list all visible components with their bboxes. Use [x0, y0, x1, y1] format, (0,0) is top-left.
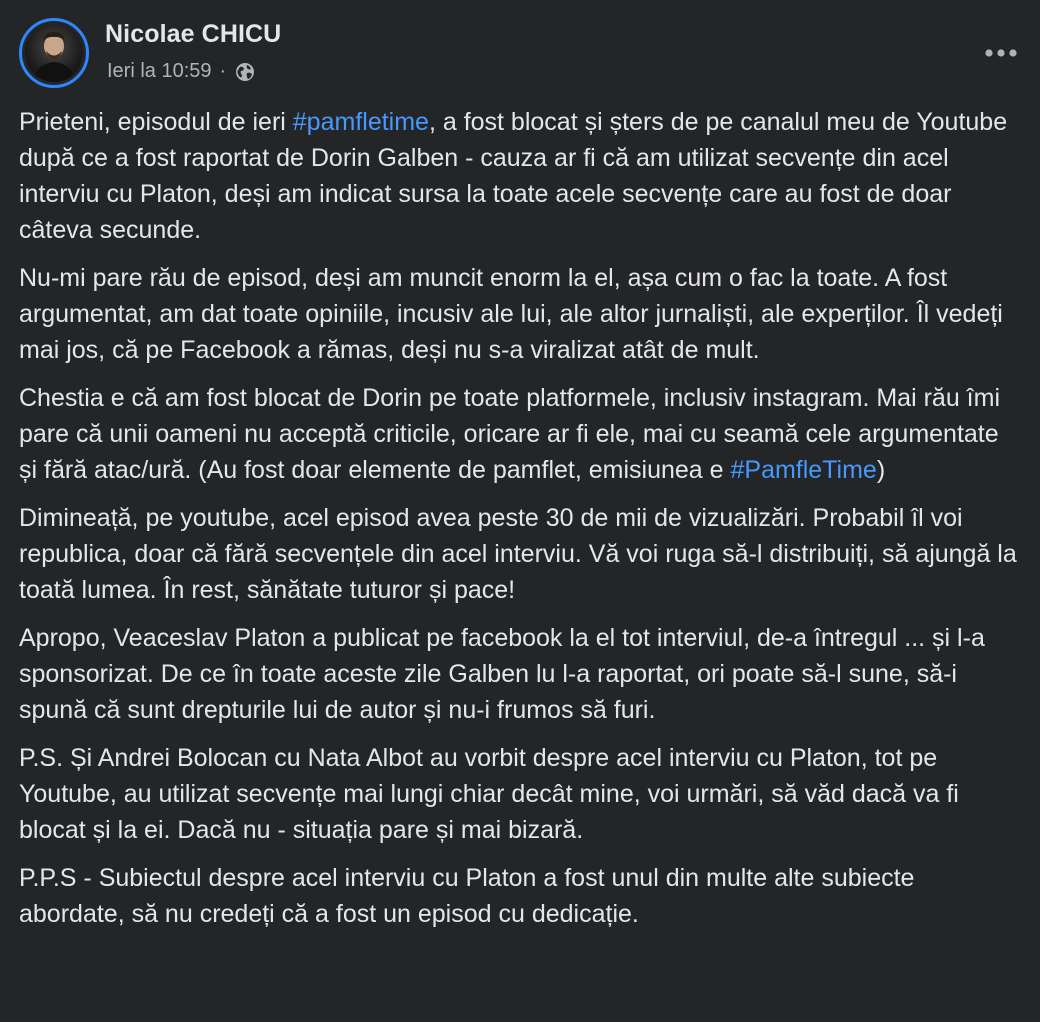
post-paragraph: Apropo, Veaceslav Platon a publicat pe f…: [19, 624, 985, 724]
person-silhouette-icon: [33, 32, 75, 82]
avatar[interactable]: [19, 18, 89, 88]
post-paragraph: P.S. Și Andrei Bolocan cu Nata Albot au …: [19, 744, 959, 844]
paragraph-text: Prieteni, episodul de ieri: [19, 108, 293, 136]
post-paragraph: Dimineață, pe youtube, acel episod avea …: [19, 504, 1017, 604]
hashtag-link[interactable]: #PamfleTime: [731, 456, 877, 484]
paragraph-text: ): [876, 456, 886, 484]
hashtag-link[interactable]: #pamfletime: [293, 108, 429, 136]
meta-separator: ·: [219, 60, 227, 82]
author-name[interactable]: Nicolae CHICU: [105, 20, 281, 49]
post-body: Prieteni, episodul de ieri #pamfletime, …: [19, 104, 1023, 944]
facebook-post: Nicolae CHICU Ieri la 10:59 · Prieteni, …: [0, 0, 1040, 1022]
post-timestamp[interactable]: Ieri la 10:59: [107, 60, 212, 83]
post-meta: Ieri la 10:59 ·: [107, 60, 256, 83]
post-paragraph: Prieteni, episodul de ieri #pamfletime, …: [19, 104, 1023, 248]
post-paragraph: P.P.S - Subiectul despre acel interviu c…: [19, 864, 915, 928]
post-paragraph: Chestia e că am fost blocat de Dorin pe …: [19, 380, 1023, 488]
post-header: Nicolae CHICU Ieri la 10:59 ·: [19, 18, 1021, 90]
more-horizontal-icon: [985, 49, 1017, 57]
more-options-button[interactable]: [981, 33, 1021, 73]
post-paragraph: Nu-mi pare rău de episod, deși am muncit…: [19, 264, 1003, 364]
globe-icon[interactable]: [234, 61, 256, 83]
avatar-photo: [25, 24, 83, 82]
